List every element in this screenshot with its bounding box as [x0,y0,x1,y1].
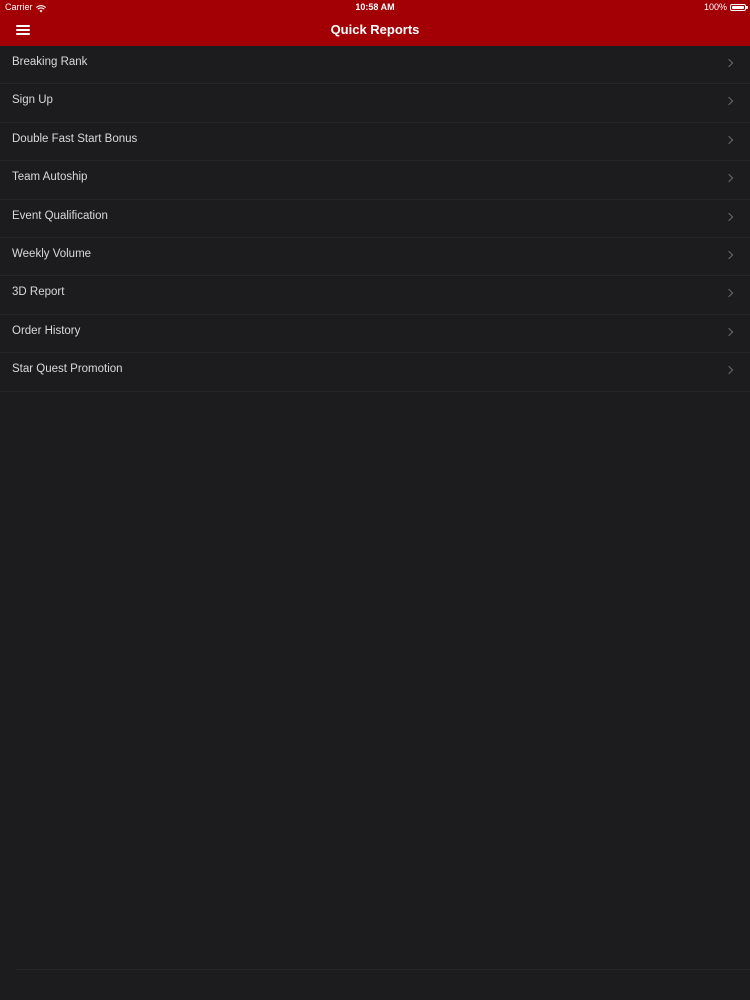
report-list: Breaking Rank Sign Up Double Fast Start … [0,46,750,392]
battery-percent: 100% [703,2,727,12]
report-item-star-quest-promotion[interactable]: Star Quest Promotion [0,353,750,392]
status-battery: 100% [703,0,748,14]
chevron-right-icon [724,212,734,221]
page-title: Quick Reports [330,22,420,37]
battery-icon [730,3,748,11]
report-label: 3D Report [12,286,65,299]
report-label: Team Autoship [12,171,88,184]
empty-list-area [0,392,750,1000]
report-item-breaking-rank[interactable]: Breaking Rank [0,46,750,85]
chevron-right-icon [724,327,734,336]
chevron-right-icon [724,173,734,183]
report-label: Order History [12,324,81,337]
top-bar: Carrier 10:58 AM 100% Quick Reports [0,0,750,46]
status-time: 10:58 AM [355,2,395,12]
quick-reports-screen: Carrier 10:58 AM 100% Quick Reports Brea… [0,0,750,1000]
chevron-right-icon [724,365,734,375]
report-label: Double Fast Start Bonus [12,132,138,145]
chevron-right-icon [724,58,734,68]
chevron-right-icon [724,97,734,106]
report-label: Weekly Volume [12,247,92,260]
chevron-right-icon [724,135,734,145]
chevron-right-icon [724,250,734,260]
report-item-team-autoship[interactable]: Team Autoship [0,161,750,200]
report-item-weekly-volume[interactable]: Weekly Volume [0,238,750,277]
report-item-3d-report[interactable]: 3D Report [0,276,750,315]
report-label: Star Quest Promotion [12,363,123,376]
report-item-order-history[interactable]: Order History [0,315,750,354]
report-label: Event Qualification [12,209,108,222]
status-bar: Carrier 10:58 AM 100% [0,0,750,14]
navigation-bar: Quick Reports [0,14,750,46]
divider [15,969,750,970]
report-item-sign-up[interactable]: Sign Up [0,84,750,123]
chevron-right-icon [724,289,734,298]
report-label: Sign Up [12,94,53,107]
report-item-double-fast-start-bonus[interactable]: Double Fast Start Bonus [0,123,750,162]
report-item-event-qualification[interactable]: Event Qualification [0,200,750,238]
report-label: Breaking Rank [12,56,88,68]
